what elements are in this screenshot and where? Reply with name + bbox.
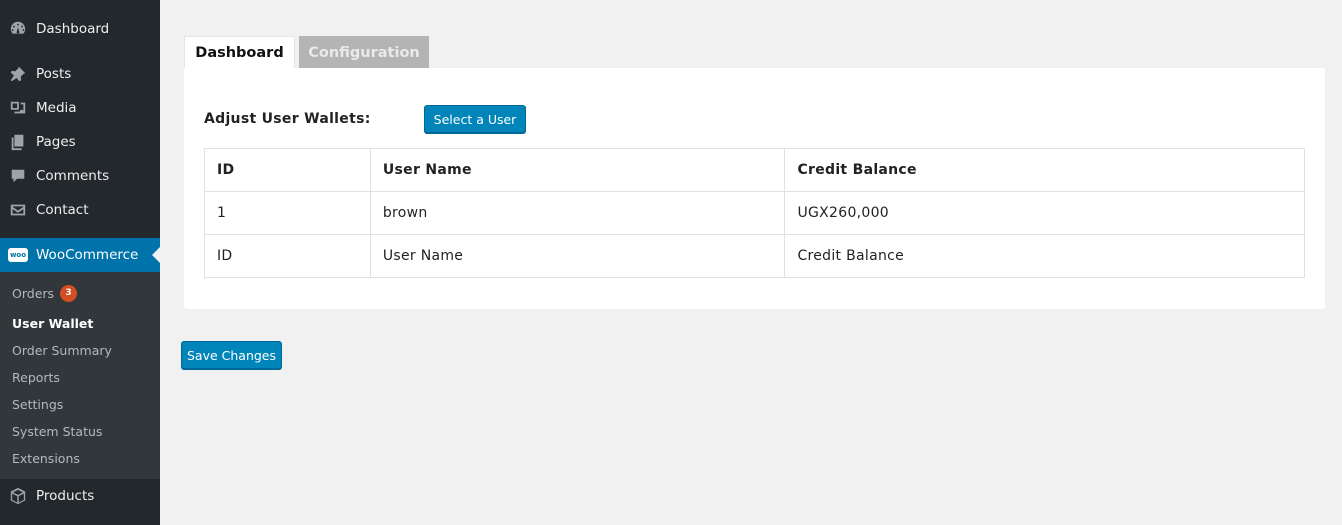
cell-user-name: User Name — [369, 234, 786, 278]
submenu-item-reports[interactable]: Reports — [12, 367, 60, 387]
menu-item-comments[interactable]: Comments — [0, 159, 160, 193]
tab-configuration[interactable]: Configuration — [299, 36, 429, 69]
cell-id: 1 — [204, 191, 371, 235]
tab-dashboard[interactable]: Dashboard — [184, 36, 295, 69]
submenu-item-order-summary[interactable]: Order Summary — [12, 340, 112, 360]
menu-item-label: Media — [36, 100, 77, 116]
submenu-item-user-wallet[interactable]: User Wallet — [12, 313, 93, 333]
column-header-credit-balance: Credit Balance — [784, 148, 1305, 192]
comment-icon — [8, 166, 28, 186]
column-header-id: ID — [204, 148, 371, 192]
media-icon — [8, 98, 28, 118]
menu-item-dashboard[interactable]: Dashboard — [0, 12, 160, 46]
select-user-button[interactable]: Select a User — [424, 105, 526, 133]
woocommerce-submenu: Orders 3 User Wallet Order Summary Repor… — [0, 272, 160, 479]
submenu-item-system-status[interactable]: System Status — [12, 421, 102, 441]
menu-item-label: Products — [36, 488, 95, 504]
column-header-user-name: User Name — [369, 148, 786, 192]
pin-icon — [8, 64, 28, 84]
cell-id: ID — [204, 234, 371, 278]
menu-item-contact[interactable]: Contact — [0, 193, 160, 227]
orders-count-badge: 3 — [60, 284, 78, 302]
pages-icon — [8, 132, 28, 152]
admin-sidebar: Dashboard Posts Media Pages Comments Con… — [0, 0, 160, 525]
menu-item-label: Contact — [36, 202, 89, 218]
menu-item-posts[interactable]: Posts — [0, 57, 160, 91]
woocommerce-icon: woo — [8, 245, 28, 265]
submenu-item-settings[interactable]: Settings — [12, 394, 63, 414]
wallet-panel: Adjust User Wallets: Select a User ID Us… — [184, 68, 1325, 309]
dashboard-icon — [8, 19, 28, 39]
envelope-icon — [8, 200, 28, 220]
menu-item-products[interactable]: Products — [0, 479, 160, 513]
user-wallet-table: ID User Name Credit Balance 1 brown UGX2… — [204, 148, 1305, 278]
save-changes-button[interactable]: Save Changes — [181, 341, 282, 369]
menu-item-woocommerce[interactable]: woo WooCommerce — [0, 238, 160, 272]
menu-item-label: Comments — [36, 168, 110, 184]
menu-item-label: Dashboard — [36, 21, 110, 37]
adjust-wallets-label: Adjust User Wallets: — [204, 111, 371, 127]
submenu-item-orders[interactable]: Orders 3 — [12, 283, 78, 303]
table-footer-row: ID User Name Credit Balance — [204, 234, 1305, 278]
menu-item-media[interactable]: Media — [0, 91, 160, 125]
active-menu-arrow — [152, 247, 160, 263]
cell-credit-balance: Credit Balance — [784, 234, 1305, 278]
menu-item-pages[interactable]: Pages — [0, 125, 160, 159]
menu-item-label: Posts — [36, 66, 72, 82]
menu-item-label: WooCommerce — [36, 247, 139, 263]
cell-credit-balance: UGX260,000 — [784, 191, 1305, 235]
table-row: 1 brown UGX260,000 — [204, 191, 1305, 235]
table-header-row: ID User Name Credit Balance — [204, 148, 1305, 192]
box-icon — [8, 486, 28, 506]
menu-item-label: Pages — [36, 134, 76, 150]
cell-user-name: brown — [369, 191, 786, 235]
submenu-item-extensions[interactable]: Extensions — [12, 448, 80, 468]
